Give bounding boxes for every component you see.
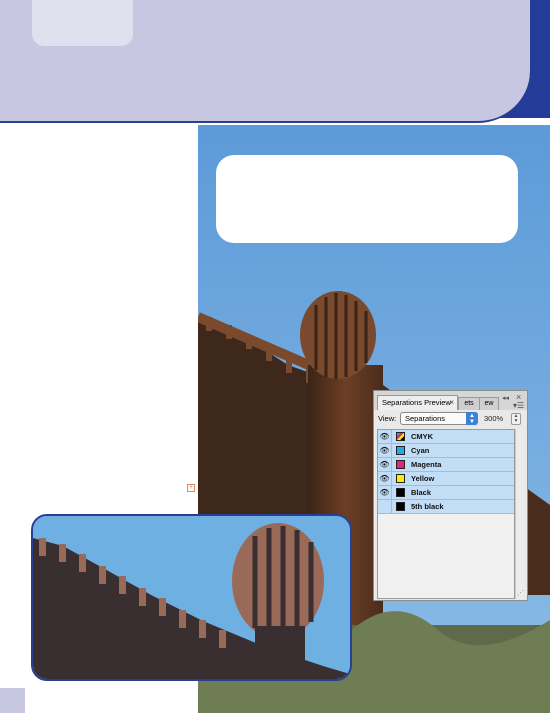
ink-row-5th-black[interactable]: 5th black (378, 500, 514, 514)
eye-icon[interactable]: 👁 (378, 444, 392, 457)
resize-grip-icon[interactable]: ⋰ (517, 590, 525, 598)
5th-black-swatch (396, 502, 405, 511)
ink-name: Black (411, 488, 432, 497)
tab-hidden-1-label: ets (464, 400, 474, 407)
zoom-stepper[interactable]: ▲ ▼ (511, 413, 521, 425)
cmyk-swatch-icon (396, 432, 405, 441)
tab-separations-preview[interactable]: Separations Preview × (377, 395, 458, 410)
magenta-swatch (396, 460, 405, 469)
panel-menu-icon[interactable]: ▾☰ (513, 402, 524, 410)
ink-name: Magenta (411, 460, 442, 469)
anchor-marker-icon[interactable]: + (187, 484, 195, 492)
ink-row-magenta[interactable]: 👁 Magenta (378, 458, 514, 472)
ink-row-black[interactable]: 👁 Black (378, 486, 514, 500)
zoom-value[interactable]: 300% (484, 414, 503, 423)
cyan-swatch (396, 446, 405, 455)
eye-toggle-empty[interactable] (378, 500, 392, 513)
double-chevron-icon[interactable]: ◂◂ (502, 394, 509, 402)
view-label: View: (378, 414, 397, 423)
eye-icon[interactable]: 👁 (378, 472, 392, 485)
tab-hidden-2[interactable]: ew (479, 397, 499, 410)
view-select[interactable]: Separations ▲ ▼ (400, 412, 478, 425)
page-corner-block (0, 688, 25, 713)
separations-preview-panel: Separations Preview × ets ew ◂◂ × ▾☰ Vie… (373, 390, 528, 601)
yellow-swatch (396, 474, 405, 483)
tab-hidden-1[interactable]: ets (458, 397, 480, 410)
text-frame (216, 155, 518, 243)
ink-name: CMYK (411, 432, 434, 441)
ink-list: 👁 CMYK 👁 Cyan 👁 Magenta 👁 Yellow 👁 Black (377, 429, 515, 599)
ink-row-cyan[interactable]: 👁 Cyan (378, 444, 514, 458)
eye-icon[interactable]: 👁 (378, 486, 392, 499)
close-icon[interactable]: × (449, 396, 454, 409)
tab-hidden-2-label: ew (484, 400, 494, 407)
header-tab-frame (32, 0, 133, 46)
ink-name: 5th black (411, 502, 444, 511)
ink-row-yellow[interactable]: 👁 Yellow (378, 472, 514, 486)
ink-row-cmyk[interactable]: 👁 CMYK (378, 430, 514, 444)
ink-list-scrollbar[interactable] (515, 429, 524, 599)
tab-separations-preview-label: Separations Preview (382, 398, 451, 407)
eye-icon[interactable]: 👁 (378, 458, 392, 471)
view-select-value: Separations (405, 414, 446, 423)
ink-name: Cyan (411, 446, 430, 455)
black-swatch (396, 488, 405, 497)
eye-icon[interactable]: 👁 (378, 430, 392, 443)
updown-arrows-icon: ▲ ▼ (466, 412, 478, 425)
illustration-inset (31, 514, 352, 681)
ink-name: Yellow (411, 474, 435, 483)
